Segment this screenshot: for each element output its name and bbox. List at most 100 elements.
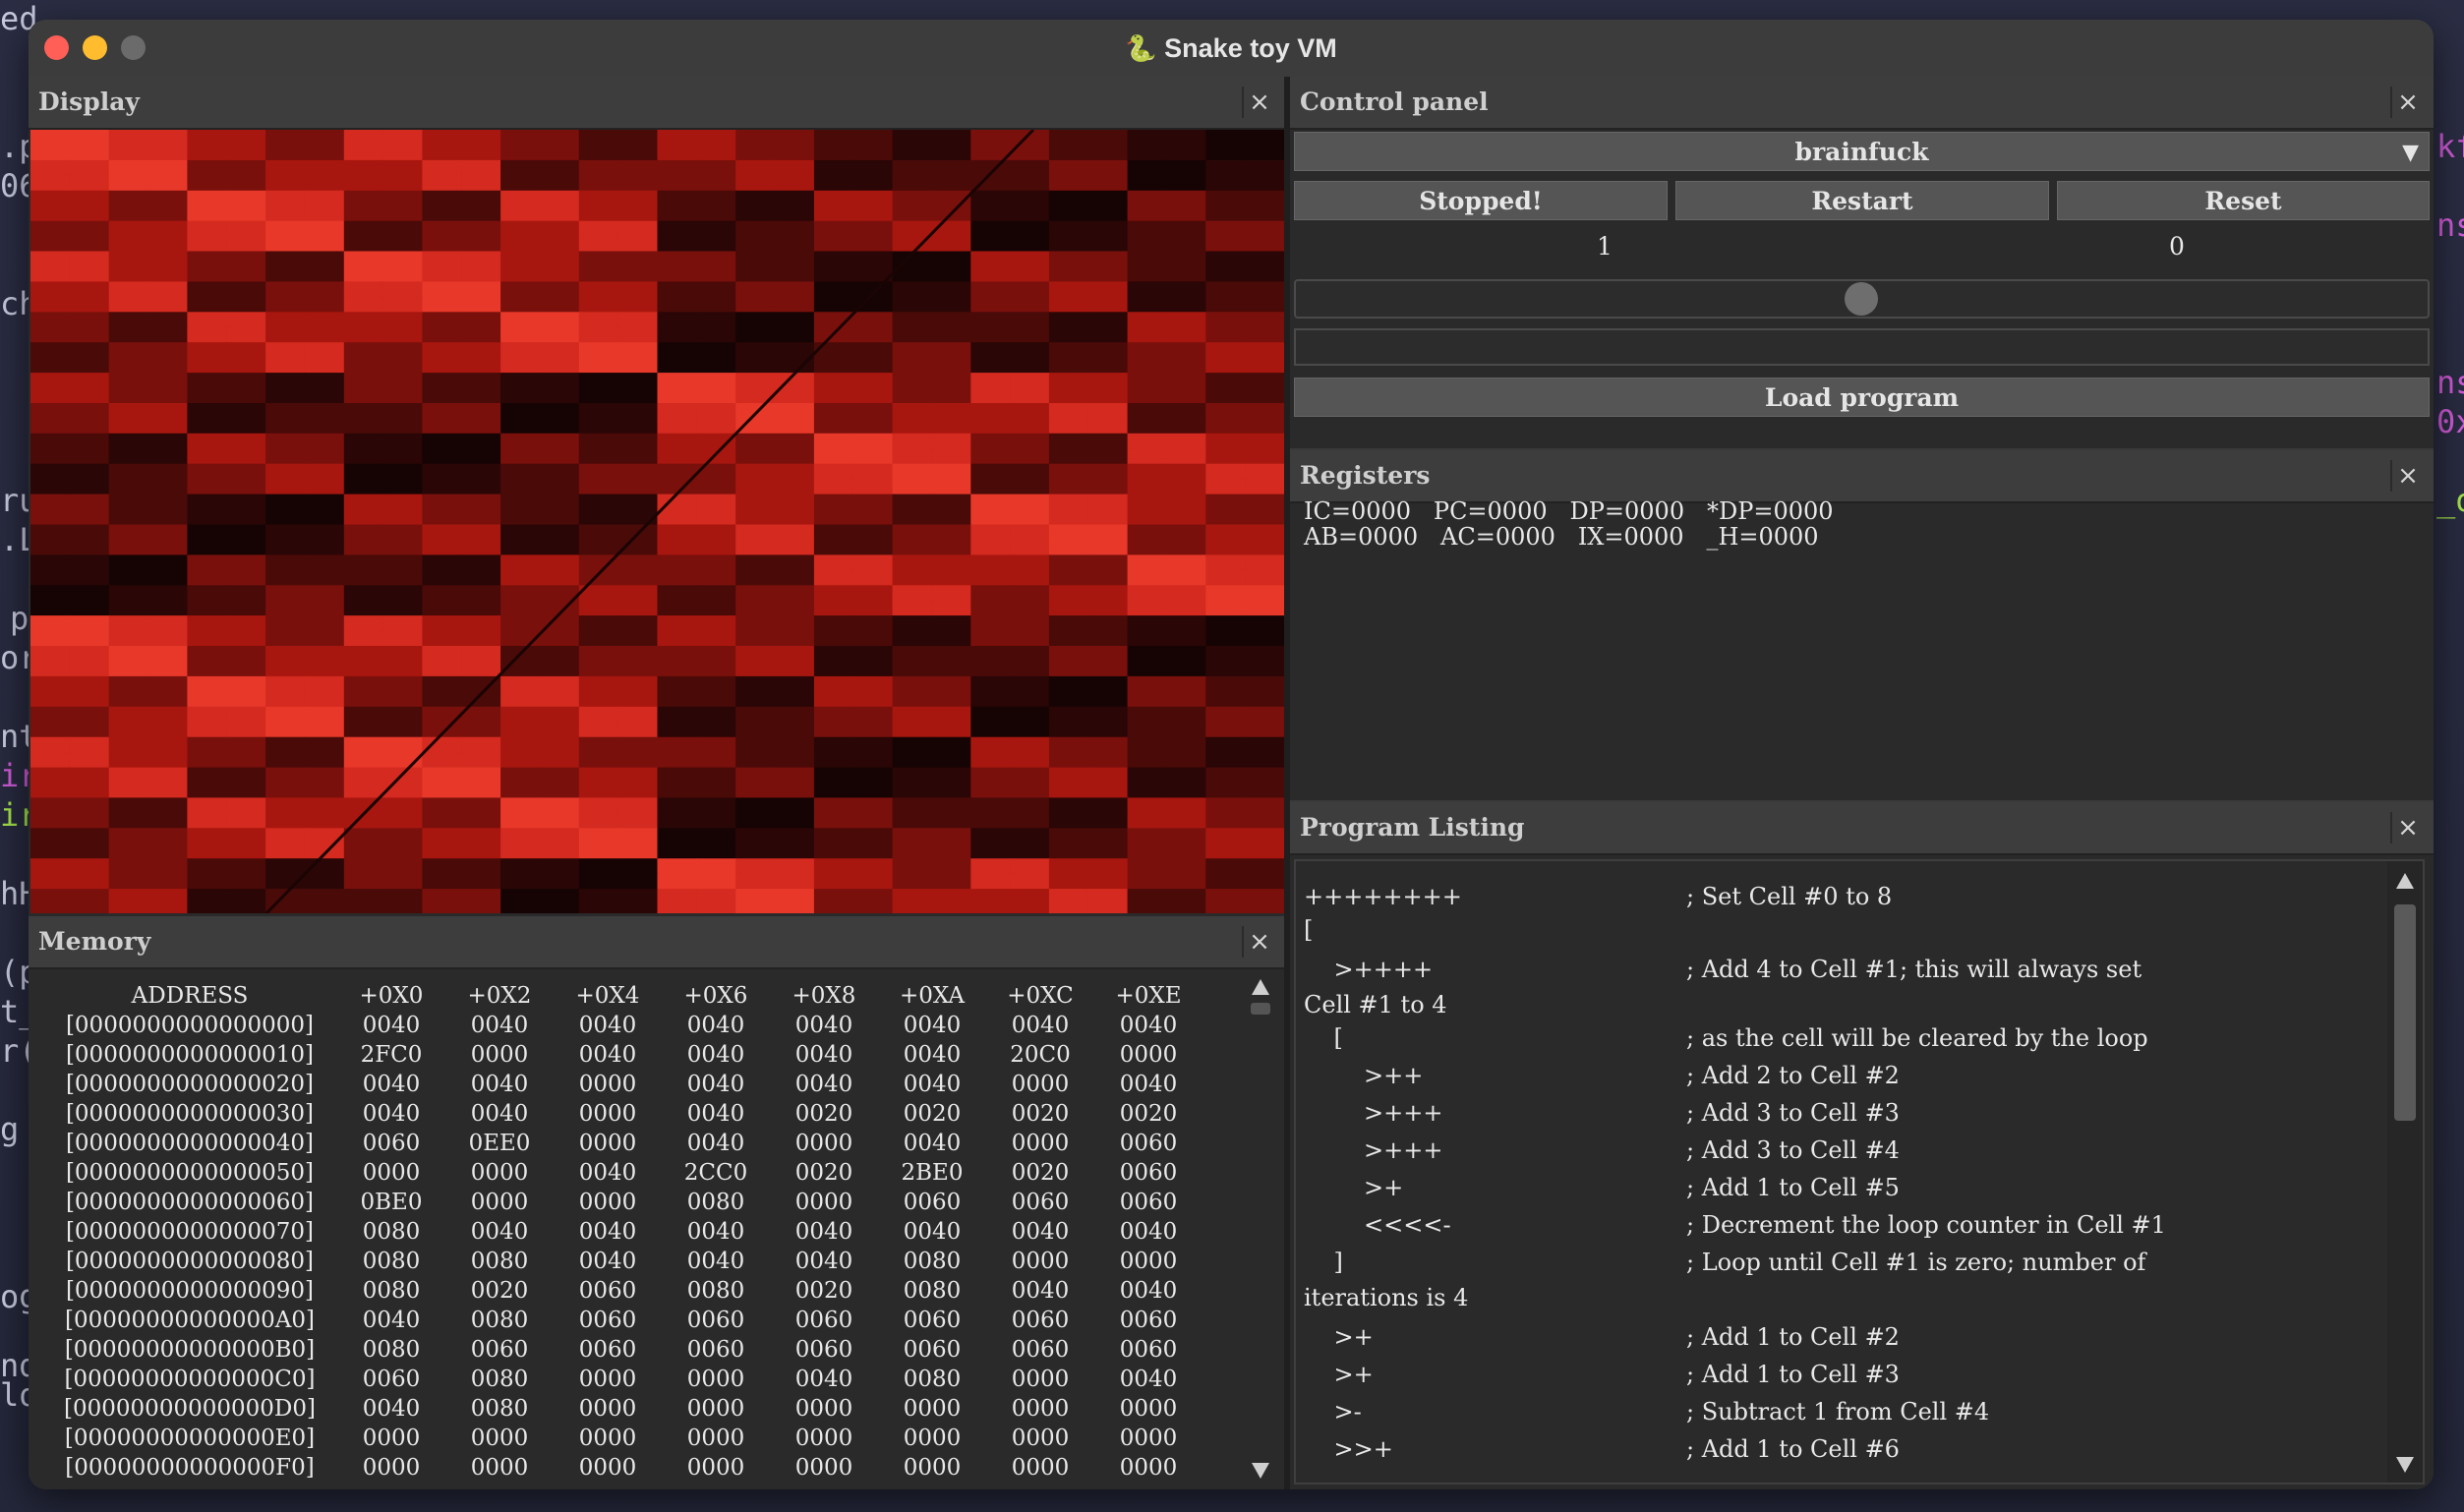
stopped-button[interactable]: Stopped! (1294, 181, 1668, 220)
program-input[interactable] (1294, 328, 2430, 366)
display-pixel-block (617, 661, 659, 677)
display-pixel-block (147, 205, 188, 222)
display-pixel-block (1087, 600, 1129, 616)
display-pixel-block (461, 266, 501, 282)
listing-code: ] (1304, 1249, 1343, 1276)
display-pixel-block (1048, 342, 1089, 359)
display-pixel-block (931, 889, 971, 905)
display-pixel-block (617, 463, 659, 480)
display-pixel-block (187, 479, 227, 495)
restart-button[interactable]: Restart (1675, 181, 2049, 220)
display-pixel-block (578, 600, 619, 616)
display-pixel-block (852, 646, 894, 662)
title-bar[interactable]: 🐍 Snake toy VM (29, 20, 2434, 79)
display-pixel-block (69, 357, 110, 374)
memory-cell: 0020 (794, 1101, 853, 1127)
program-listing-close-icon[interactable]: × (2390, 812, 2424, 843)
display-close-icon[interactable]: × (1242, 87, 1275, 118)
listing-text-area[interactable]: ++++++++; Set Cell #0 to 8[ >++++; Add 4… (1294, 859, 2425, 1484)
display-pixel-block (500, 251, 541, 267)
display-pixel-block (304, 175, 345, 192)
display-pixel-block (1010, 479, 1050, 495)
language-select[interactable]: brainfuck ▼ (1294, 132, 2430, 171)
display-pixel-block (304, 190, 345, 206)
display-pixel-block (422, 433, 462, 449)
chevron-down-icon: ▼ (2402, 140, 2419, 165)
registers-close-icon[interactable]: × (2390, 460, 2424, 492)
display-pixel-block (1048, 266, 1089, 282)
display-pixel-block (382, 159, 423, 176)
display-pixel-block (147, 312, 188, 328)
display-pixel-block (1205, 539, 1246, 555)
display-pixel-block (892, 736, 932, 753)
display-pixel-block (147, 600, 188, 616)
display-pixel-block (775, 630, 815, 647)
display-pixel-block (1048, 661, 1089, 677)
reset-button[interactable]: Reset (2057, 181, 2430, 220)
display-pixel-block (540, 251, 580, 267)
display-pixel-block (696, 783, 736, 798)
display-pixel-block (1010, 433, 1050, 449)
display-pixel-block (813, 675, 854, 692)
display-pixel-block (892, 675, 932, 692)
display-pixel-block (69, 554, 110, 571)
control-panel: Control panel × brainfuck ▼ Stopped! Res… (1290, 77, 2434, 448)
listing-scrollbar[interactable] (2387, 861, 2423, 1483)
display-pixel-block (304, 373, 345, 389)
memory-scrollbar[interactable] (1246, 973, 1275, 1483)
display-pixel-block (696, 418, 736, 435)
display-pixel-block (187, 509, 227, 525)
display-pixel-block (735, 585, 776, 602)
listing-code: >++++ (1304, 956, 1434, 983)
display-pixel-block (1127, 220, 1167, 237)
display-pixel-block (461, 494, 501, 510)
display-pixel-block (657, 736, 697, 753)
display-pixel-block (187, 190, 227, 206)
display-pixel-block (657, 722, 697, 738)
display-pixel-block (892, 722, 932, 738)
display-pixel-block (617, 266, 659, 282)
speed-slider[interactable] (1294, 279, 2430, 319)
display-pixel-block (1048, 387, 1089, 404)
display-pixel-block (1087, 615, 1129, 632)
display-pixel-block (108, 312, 149, 328)
display-pixel-block (696, 889, 736, 905)
scroll-down-icon[interactable] (1252, 1463, 1269, 1479)
display-pixel-block (852, 418, 894, 435)
display-pixel-block (265, 387, 306, 404)
display-pixel-block (775, 585, 815, 602)
display-pixel-block (540, 418, 580, 435)
display-pixel-block (382, 205, 423, 222)
display-pixel-block (343, 205, 384, 222)
display-pixel-block (970, 585, 1011, 602)
scroll-down-icon[interactable] (2396, 1457, 2414, 1473)
display-pixel-block (1127, 630, 1167, 647)
display-pixel-block (304, 630, 345, 647)
step-value: 0 (2169, 232, 2185, 261)
display-pixel-block (147, 858, 188, 875)
display-pixel-block (1127, 418, 1167, 435)
display-pixel-block (852, 569, 894, 586)
scroll-up-icon[interactable] (1252, 979, 1269, 995)
listing-scroll-thumb[interactable] (2394, 904, 2416, 1121)
scroll-up-icon[interactable] (2396, 873, 2414, 889)
display-pixel-block (304, 812, 345, 829)
memory-close-icon[interactable]: × (1242, 926, 1275, 958)
display-pixel-block (813, 797, 854, 814)
display-pixel-block (187, 783, 227, 798)
display-pixel-block (696, 326, 736, 343)
display-pixel-block (540, 190, 580, 206)
display-pixel-block (108, 843, 149, 859)
slider-knob[interactable] (1845, 282, 1878, 316)
display-pixel-block (422, 630, 462, 647)
display-pixel-block (1245, 828, 1284, 844)
display-pixel-block (226, 889, 266, 905)
control-panel-close-icon[interactable]: × (2390, 87, 2424, 118)
display-pixel-block (1048, 783, 1089, 798)
display-pixel-block (226, 873, 266, 890)
display-pixel-block (1010, 752, 1050, 769)
display-pixel-block (108, 675, 149, 692)
load-program-button[interactable]: Load program (1294, 378, 2430, 417)
memory-cell: 0060 (903, 1190, 962, 1215)
memory-scroll-thumb[interactable] (1251, 1003, 1270, 1015)
